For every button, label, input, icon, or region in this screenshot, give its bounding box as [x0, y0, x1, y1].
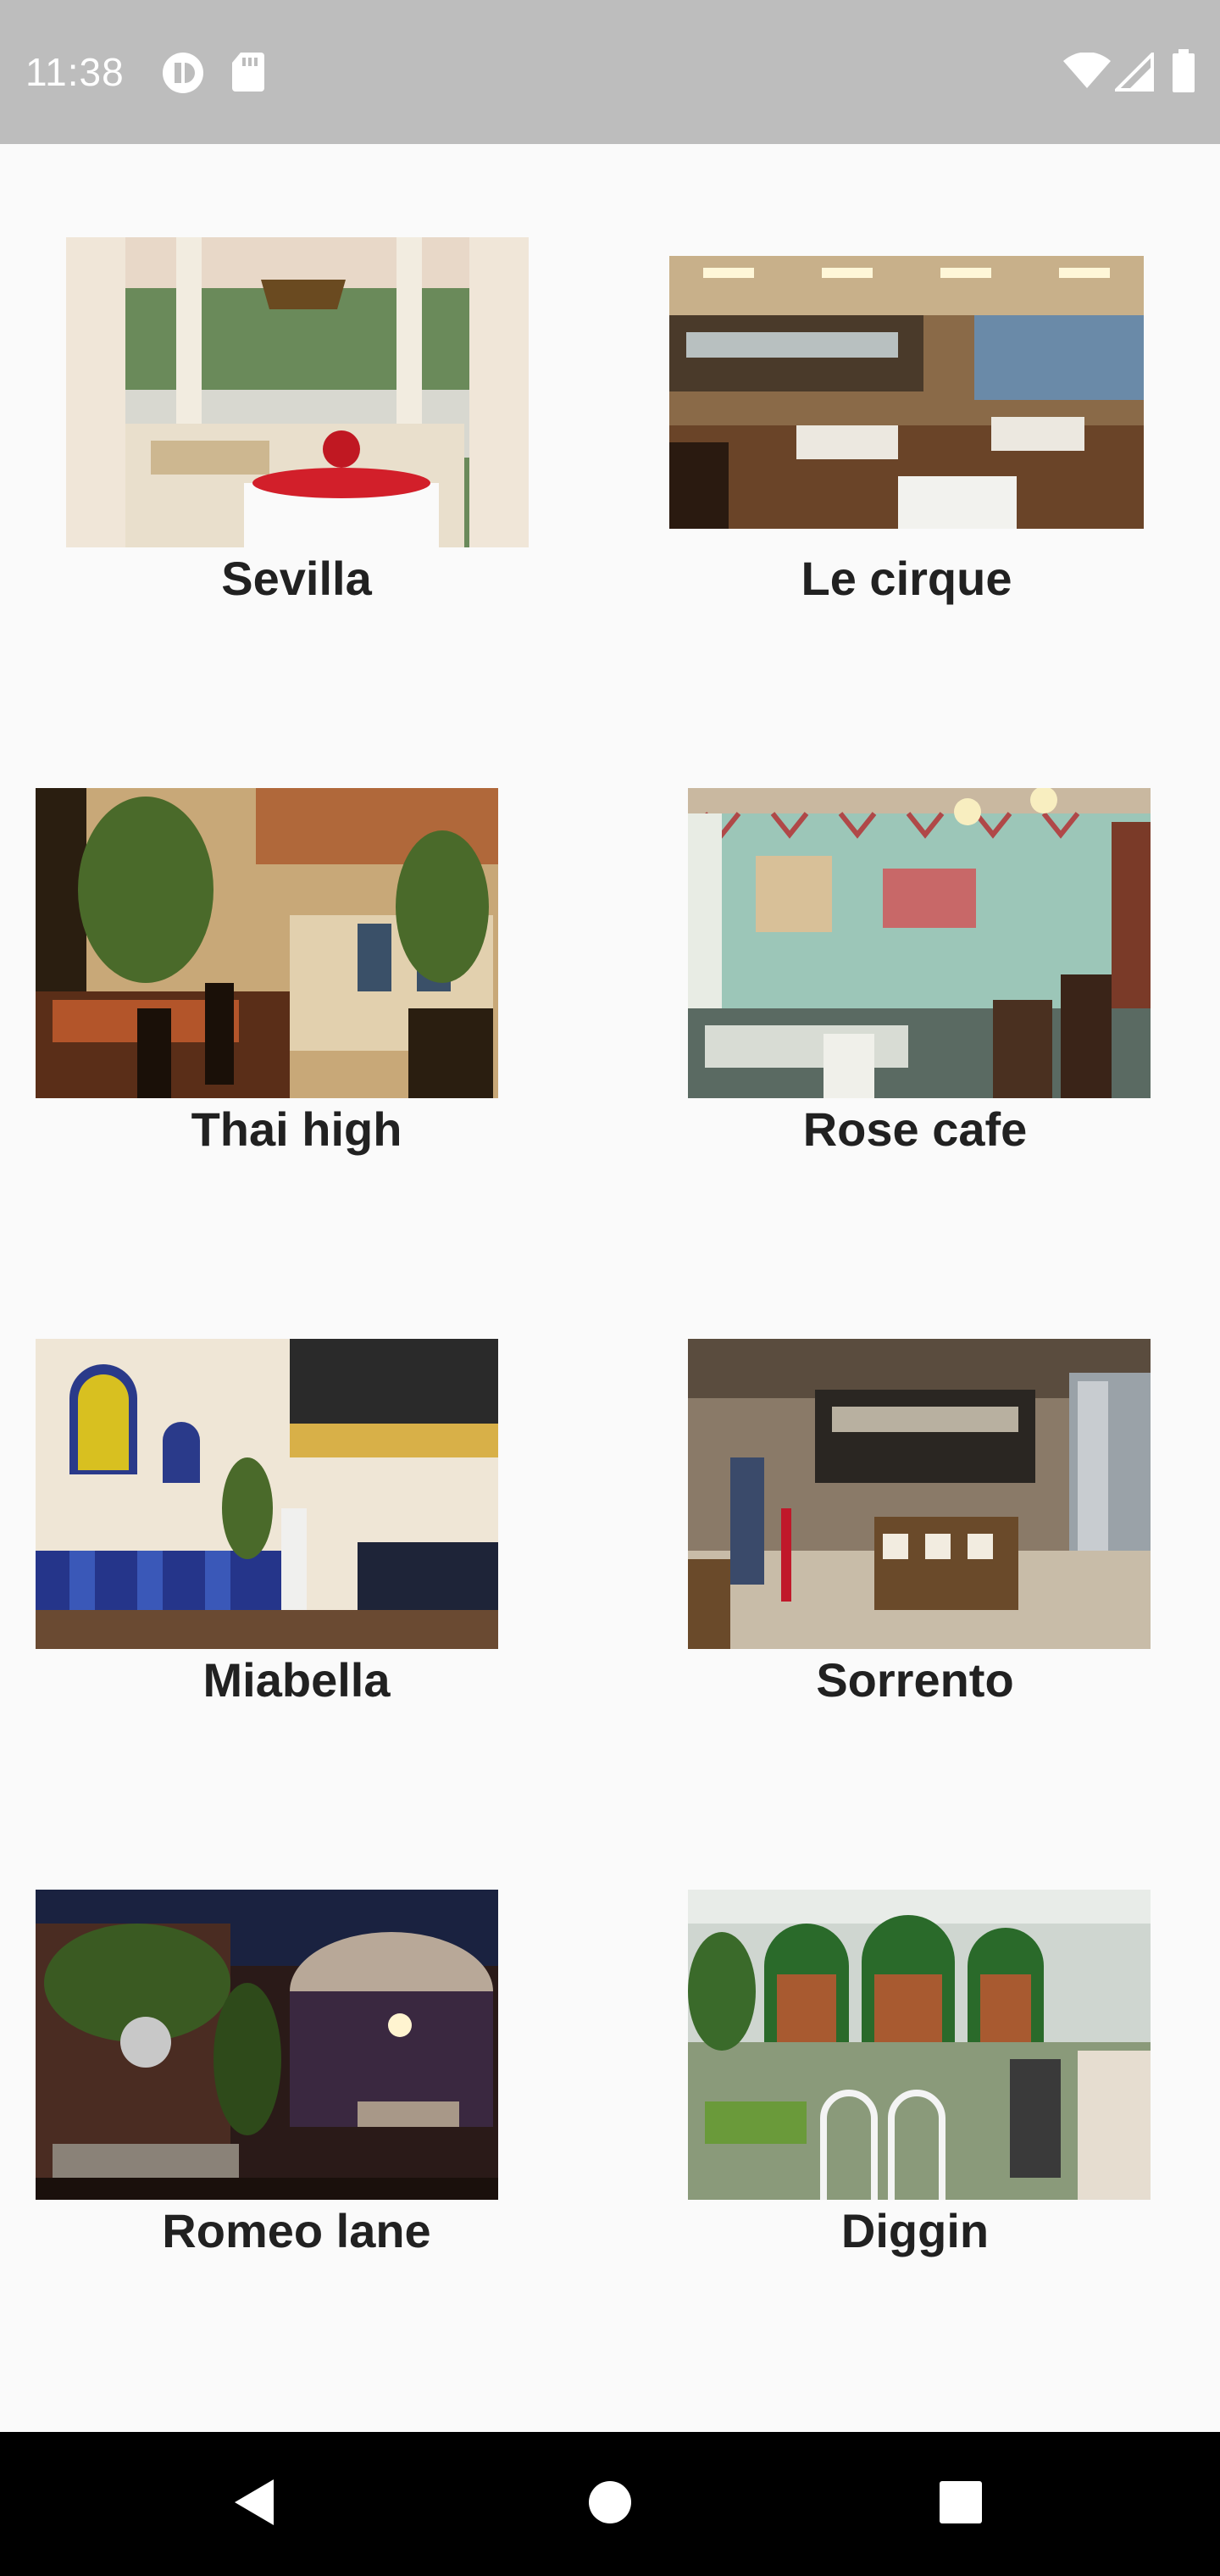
cellular-signal-icon	[1112, 50, 1154, 96]
miabella-photo[interactable]	[36, 1339, 498, 1649]
restaurant-card-sorrento[interactable]: Sorrento	[652, 1339, 1178, 1729]
app-screen: 11:38 Sevilla Le cirque Thai high Rose c…	[0, 0, 1220, 2576]
restaurant-card-thai-high[interactable]: Thai high	[34, 788, 559, 1178]
restaurant-card-le-cirque[interactable]: Le cirque	[644, 237, 1169, 627]
back-button[interactable]	[203, 2432, 305, 2576]
restaurant-name: Thai high	[191, 1102, 402, 1156]
home-icon	[588, 2480, 632, 2529]
sevilla-photo[interactable]	[66, 237, 529, 547]
sorrento-photo[interactable]	[688, 1339, 1151, 1649]
le-cirque-photo[interactable]	[669, 256, 1144, 529]
status-bar: 11:38	[0, 0, 1220, 144]
restaurant-name: Rose cafe	[802, 1102, 1028, 1156]
restaurant-name: Diggin	[840, 2204, 990, 2257]
media-app-icon	[161, 51, 205, 99]
restaurant-card-rose-cafe[interactable]: Rose cafe	[652, 788, 1178, 1178]
home-button[interactable]	[559, 2432, 661, 2576]
restaurant-name: Miabella	[202, 1653, 391, 1707]
restaurant-name: Sorrento	[816, 1653, 1014, 1707]
status-time: 11:38	[25, 50, 125, 94]
thai-high-photo[interactable]	[36, 788, 498, 1098]
restaurant-name: Le cirque	[801, 552, 1012, 605]
romeo-lane-photo[interactable]	[36, 1890, 498, 2200]
restaurant-name: Sevilla	[221, 552, 372, 605]
battery-icon	[1171, 49, 1196, 97]
navigation-bar	[0, 2432, 1220, 2576]
back-icon	[231, 2478, 277, 2531]
restaurant-card-diggin[interactable]: Diggin	[652, 1890, 1178, 2279]
restaurant-name: Romeo lane	[162, 2204, 431, 2257]
recents-button[interactable]	[910, 2432, 1012, 2576]
wifi-icon	[1062, 52, 1112, 94]
sd-card-icon	[230, 51, 266, 97]
recents-icon	[939, 2480, 983, 2529]
diggin-photo[interactable]	[688, 1890, 1151, 2200]
rose-cafe-photo[interactable]	[688, 788, 1151, 1098]
restaurant-card-romeo-lane[interactable]: Romeo lane	[34, 1890, 559, 2279]
restaurant-card-miabella[interactable]: Miabella	[34, 1339, 559, 1729]
restaurant-card-sevilla[interactable]: Sevilla	[34, 237, 559, 627]
